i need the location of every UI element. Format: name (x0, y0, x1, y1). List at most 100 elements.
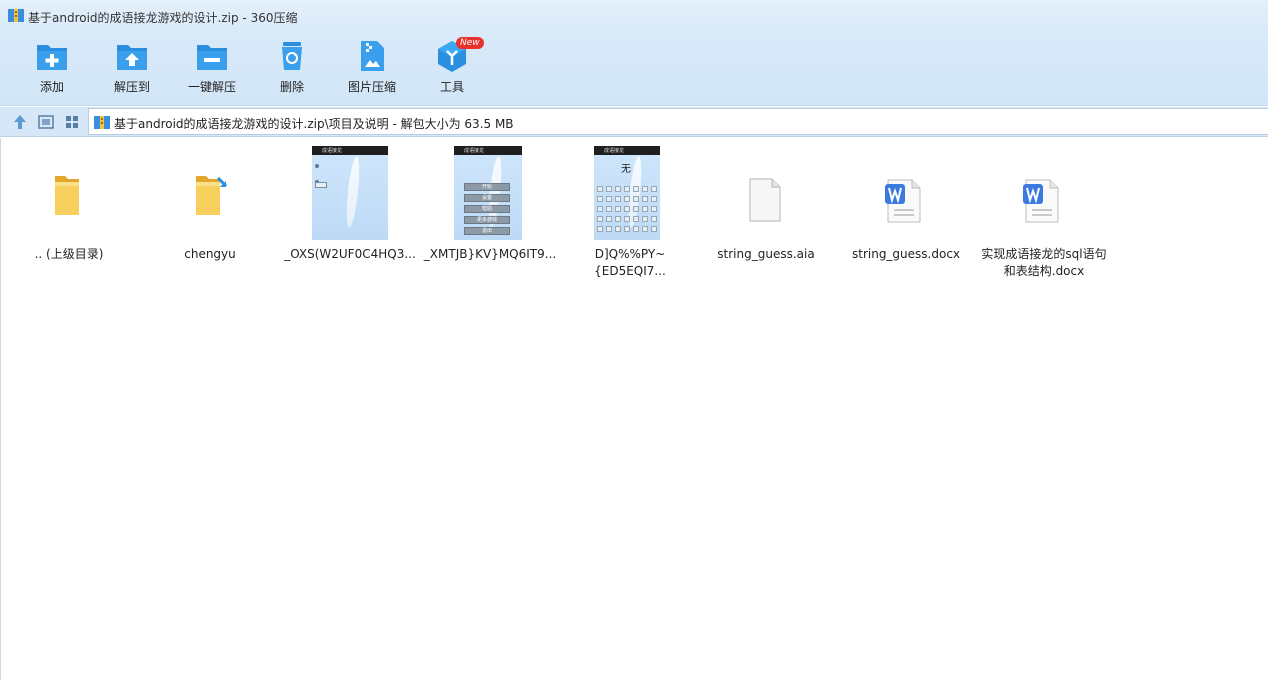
word-doc-icon (1023, 179, 1059, 223)
archive-path-icon (94, 116, 110, 129)
thumb-feather (344, 155, 362, 229)
thumb-key (606, 216, 612, 222)
thumb-key (642, 196, 648, 202)
image-compress-label: 图片压缩 (347, 80, 396, 94)
file-thumb (142, 146, 278, 242)
thumb-key (615, 186, 621, 192)
file-item-docx-2[interactable]: 实现成语接龙的sql语句和表结构.docx (976, 146, 1112, 286)
thumb-titlebar: 成语接龙 (594, 146, 660, 155)
file-item-chengyu[interactable]: chengyu (142, 146, 278, 286)
file-name: D]Q%%PY~{ED5EQI7... (594, 247, 666, 278)
image-thumbnail: 成语接龙 开始 设置 帮助 更多游戏 退出 (454, 146, 522, 240)
file-name: _XMTJB}KV}MQ6IT9... (423, 247, 557, 261)
thumb-key (606, 206, 612, 212)
file-name: chengyu (184, 247, 236, 261)
thumb-key (633, 196, 639, 202)
folder-shortcut-icon (196, 176, 228, 215)
archive-app-icon (8, 9, 24, 22)
thumb-menu-button: 更多游戏 (464, 216, 510, 224)
file-name: _OXS(W2UF0C4HQ3... (284, 247, 416, 261)
word-doc-icon (885, 179, 921, 223)
delete-label: 删除 (279, 80, 304, 94)
thumb-key (651, 186, 657, 192)
thumb-key (597, 206, 603, 212)
tools-label: 工具 (439, 80, 464, 94)
path-text: 基于android的成语接龙游戏的设计.zip\项目及说明 - 解包大小为 63… (114, 117, 514, 131)
one-click-extract-label: 一键解压 (187, 80, 236, 94)
file-thumb: 成语接龙 开始 设置 帮助 更多游戏 退出 (422, 146, 558, 242)
thumb-key (633, 206, 639, 212)
thumb-app-title: 成语接龙 (322, 148, 343, 154)
tools-button[interactable]: New 工具 (412, 37, 492, 100)
thumb-key (624, 216, 630, 222)
image-compress-icon (361, 41, 384, 71)
thumb-key (597, 196, 603, 202)
file-item-aia[interactable]: string_guess.aia (698, 146, 834, 286)
thumb-key (633, 226, 639, 232)
file-item-image-1[interactable]: 成语接龙 _OXS(W2UF0C4HQ3... (282, 146, 418, 286)
thumb-menu-button: 设置 (464, 194, 510, 202)
folder-icon (55, 176, 79, 215)
thumb-key (624, 196, 630, 202)
toolbar: 添加 解压到 一键解压 删除 图片压缩 New 工具 (0, 32, 1268, 106)
thumb-key (606, 186, 612, 192)
address-bar: 基于android的成语接龙游戏的设计.zip\项目及说明 - 解包大小为 63… (0, 107, 1268, 137)
file-name: .. (上级目录) (34, 247, 104, 261)
thumb-key (615, 216, 621, 222)
thumb-key (642, 216, 648, 222)
thumb-ok-button (315, 182, 327, 188)
window-title: 基于android的成语接龙游戏的设计.zip - 360压缩 (28, 11, 298, 25)
thumb-key (651, 206, 657, 212)
file-item-image-2[interactable]: 成语接龙 开始 设置 帮助 更多游戏 退出 _XMTJB}KV}MQ6IT9..… (422, 146, 558, 286)
file-thumb (976, 146, 1112, 242)
add-label: 添加 (39, 80, 64, 94)
image-compress-button[interactable]: 图片压缩 (332, 38, 412, 100)
file-name: string_guess.aia (717, 247, 815, 261)
image-thumbnail: 成语接龙 (312, 146, 388, 240)
one-click-extract-icon (197, 45, 227, 70)
path-field[interactable]: 基于android的成语接龙游戏的设计.zip\项目及说明 - 解包大小为 63… (88, 108, 1268, 135)
delete-button[interactable]: 删除 (252, 38, 332, 100)
thumb-key (633, 216, 639, 222)
thumb-key (606, 196, 612, 202)
grid-view-icon[interactable] (63, 113, 81, 131)
thumb-titlebar: 成语接龙 (454, 146, 522, 155)
title-bar: 基于android的成语接龙游戏的设计.zip - 360压缩 (0, 0, 1268, 32)
file-item-image-3[interactable]: 成语接龙 无 D]Q%%PY~{ED5EQI7... (562, 146, 698, 286)
thumb-key (615, 226, 621, 232)
thumb-key (642, 186, 648, 192)
thumb-key (606, 226, 612, 232)
details-view-icon[interactable] (37, 113, 55, 131)
thumb-radio (315, 164, 319, 168)
up-arrow-icon[interactable] (11, 113, 29, 131)
extract-to-button[interactable]: 解压到 (92, 38, 172, 100)
thumb-menu-button: 帮助 (464, 205, 510, 213)
thumb-key (651, 196, 657, 202)
thumb-menu-button: 开始 (464, 183, 510, 191)
thumb-key (651, 216, 657, 222)
file-item-docx-1[interactable]: string_guess.docx (838, 146, 974, 286)
file-thumb (838, 146, 974, 242)
thumb-key (624, 206, 630, 212)
thumb-game-char: 无 (621, 164, 631, 175)
file-thumb: 成语接龙 (282, 146, 418, 242)
thumb-key (615, 206, 621, 212)
file-list: .. (上级目录) chengyu 成语接龙 _OXS(W2UF0C4HQ3..… (0, 138, 1268, 680)
file-thumb (1, 146, 137, 242)
one-click-extract-button[interactable]: 一键解压 (172, 38, 252, 100)
add-folder-icon (37, 45, 67, 70)
thumb-key (597, 186, 603, 192)
thumb-key (651, 226, 657, 232)
new-badge: New (456, 37, 484, 49)
thumb-key (642, 226, 648, 232)
add-button[interactable]: 添加 (12, 38, 92, 100)
thumb-titlebar: 成语接龙 (312, 146, 388, 155)
thumb-key (642, 206, 648, 212)
recycle-bin-icon (282, 42, 302, 70)
file-name: string_guess.docx (851, 247, 961, 261)
file-thumb: 成语接龙 无 (562, 146, 698, 242)
extract-to-icon (117, 45, 147, 70)
file-item-parent[interactable]: .. (上级目录) (1, 146, 137, 286)
thumb-menu-button: 退出 (464, 227, 510, 235)
file-thumb (698, 146, 834, 242)
